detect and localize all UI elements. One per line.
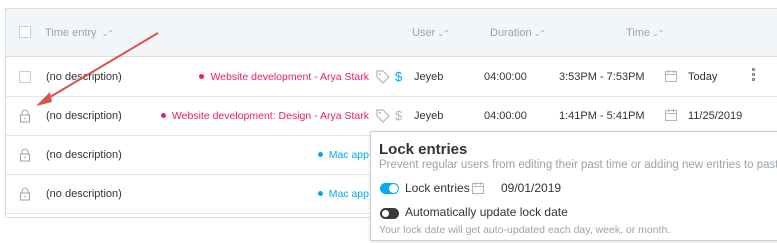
- lock-entries-popover: Lock entries Prevent regular users from …: [370, 131, 777, 241]
- description-text[interactable]: (no description): [46, 110, 122, 122]
- auto-update-label: Automatically update lock date: [405, 205, 568, 219]
- lock-entries-toggle[interactable]: [380, 183, 399, 194]
- time-range[interactable]: 1:41PM - 5:41PM: [559, 110, 645, 122]
- duration-value[interactable]: 04:00:00: [484, 71, 527, 83]
- entry-date[interactable]: 11/25/2019: [688, 110, 742, 122]
- table-header: Time entry ⌄⌃ User ⌄⌃ Duration ⌄⌃ Time ⌄⌃: [6, 9, 777, 57]
- description-text[interactable]: (no description): [46, 149, 122, 161]
- project-color-dot: [317, 190, 323, 196]
- header-user[interactable]: User ⌄⌃: [412, 27, 450, 39]
- dollar-icon[interactable]: $: [395, 69, 402, 84]
- calendar-icon[interactable]: [664, 69, 678, 83]
- popover-description: Prevent regular users from editing their…: [379, 159, 777, 171]
- project-label[interactable]: Mac app: [317, 188, 369, 200]
- tag-icon[interactable]: [375, 69, 391, 85]
- lock-icon: [20, 187, 30, 201]
- lock-entries-label: Lock entries: [405, 181, 470, 195]
- dollar-icon[interactable]: $: [395, 108, 402, 123]
- project-color-dot: [317, 151, 323, 157]
- time-range[interactable]: 3:53PM - 7:53PM: [559, 71, 645, 83]
- sort-icon[interactable]: ⌄⌃: [102, 29, 114, 38]
- header-duration[interactable]: Duration ⌄⌃: [490, 27, 546, 39]
- entry-date[interactable]: Today: [688, 71, 717, 83]
- lock-icon: [20, 148, 30, 162]
- user-name: Jeyeb: [414, 110, 444, 122]
- sort-icon[interactable]: ⌄⌃: [437, 29, 449, 38]
- project-color-dot: [160, 112, 166, 118]
- table-row[interactable]: (no description) Website development - A…: [6, 58, 777, 97]
- project-name: Website development - Arya Stark: [210, 71, 369, 83]
- tag-icon[interactable]: [375, 108, 391, 124]
- project-name: Mac app: [328, 188, 369, 200]
- header-user-label: User: [412, 27, 436, 39]
- lock-icon: [20, 109, 30, 123]
- auto-update-toggle[interactable]: [380, 208, 399, 219]
- calendar-icon[interactable]: [664, 108, 678, 122]
- project-label[interactable]: Website development: Design - Arya Stark: [160, 110, 369, 122]
- row-checkbox[interactable]: [19, 71, 31, 83]
- project-color-dot: [199, 73, 205, 79]
- popover-note: Your lock date will get auto-updated eac…: [379, 224, 671, 236]
- popover-title: Lock entries: [379, 141, 468, 158]
- header-time[interactable]: Time ⌄⌃: [626, 27, 664, 39]
- header-time-entry[interactable]: Time entry ⌄⌃: [45, 27, 114, 39]
- description-text[interactable]: (no description): [46, 71, 122, 83]
- duration-value[interactable]: 04:00:00: [484, 110, 527, 122]
- project-name: Mac app: [328, 149, 369, 161]
- header-time-entry-label: Time entry: [45, 27, 97, 39]
- sort-icon[interactable]: ⌄⌃: [652, 29, 664, 38]
- description-text[interactable]: (no description): [46, 188, 122, 200]
- user-name: Jeyeb: [414, 71, 444, 83]
- header-time-label: Time: [626, 27, 651, 39]
- calendar-icon[interactable]: [471, 181, 485, 195]
- project-label[interactable]: Website development - Arya Stark: [199, 71, 369, 83]
- project-name: Website development: Design - Arya Stark: [171, 110, 369, 122]
- project-label[interactable]: Mac app: [317, 149, 369, 161]
- select-all-checkbox[interactable]: [19, 26, 31, 38]
- header-duration-label: Duration: [490, 27, 532, 39]
- kebab-menu-icon[interactable]: [752, 68, 756, 83]
- lock-date-value[interactable]: 09/01/2019: [501, 181, 561, 195]
- sort-icon[interactable]: ⌄⌃: [534, 29, 546, 38]
